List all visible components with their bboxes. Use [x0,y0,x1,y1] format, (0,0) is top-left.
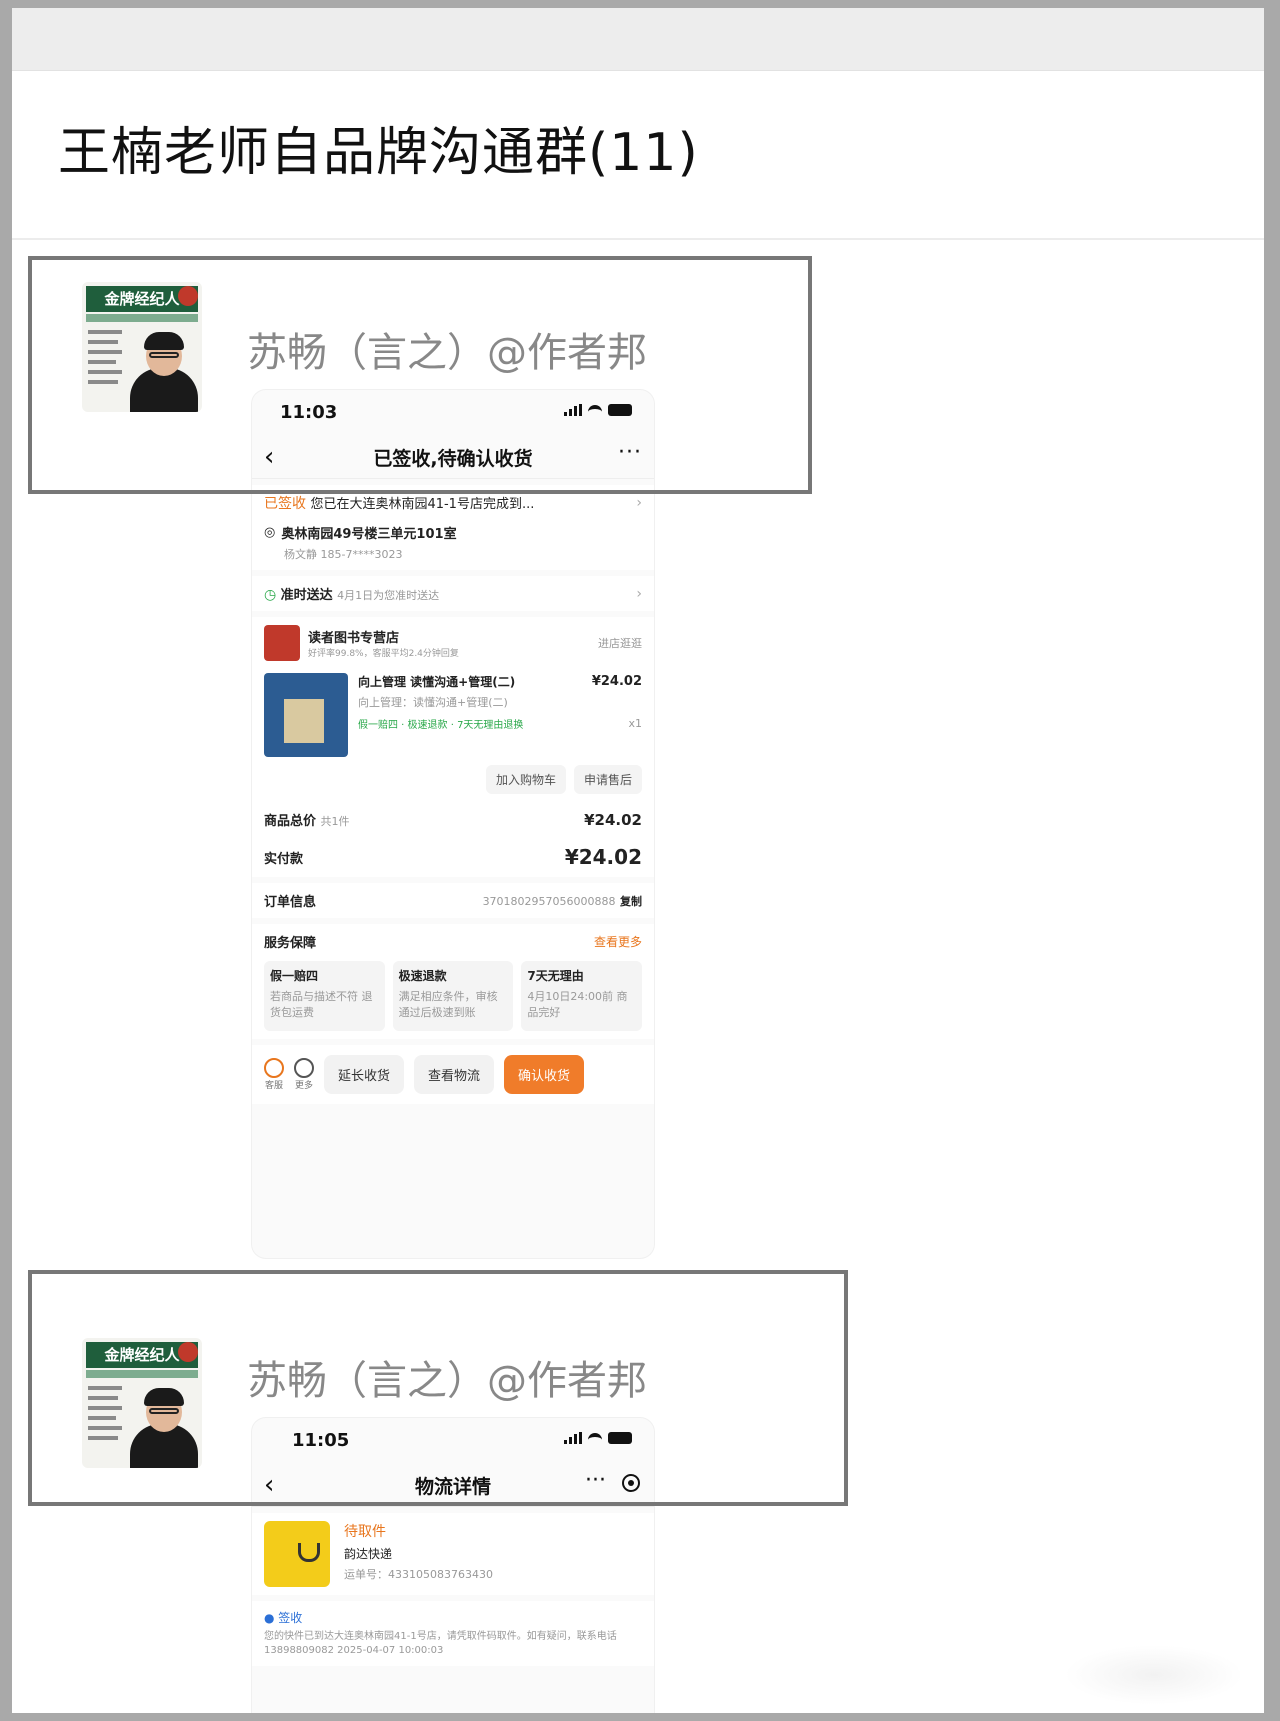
chat-window: 王楠老师自品牌沟通群(11) 金牌经纪人 苏畅（言之）@作者邦 11:03 ‹ … [12,8,1264,1713]
chevron-right-icon: › [636,585,642,602]
extend-receipt-button[interactable]: 延长收货 [324,1055,405,1094]
service-item-title: 7天无理由 [527,969,584,983]
screenshot-image[interactable]: 11:03 ‹ 已签收,待确认收货 ··· 已签收 您已在大连奥林南园41-1号… [252,390,654,1258]
service-card: 服务保障 查看更多 假一赔四若商品与描述不符 退货包运费 极速退款满足相应条件，… [252,924,654,1039]
product-price: ¥24.02 [591,674,642,689]
courier-card: 待取件 韵达快递 运单号：433105083763430 [252,1513,654,1595]
ontime-label: 准时送达 [280,588,333,603]
more-button[interactable]: 更多 [294,1058,314,1091]
order-number: 3701802957056000888 [482,894,616,908]
tracking-label-text: 签收 [278,1611,303,1625]
paid-value: ¥24.02 [564,845,642,869]
watermark [1064,1645,1244,1705]
ontime-card[interactable]: ◷ 准时送达 4月1日为您准时送达 › [252,576,654,611]
courier-status: 待取件 [344,1524,386,1540]
shop-name[interactable]: 读者图书专营店 [308,627,590,646]
order-info-label: 订单信息 [264,895,317,910]
service-item[interactable]: 假一赔四若商品与描述不符 退货包运费 [264,961,385,1031]
paid-label: 实付款 [264,851,304,867]
product-tags: 假一赔四 · 极速退款 · 7天无理由退换 [358,720,524,731]
title-divider [12,238,1264,240]
goods-total-value: ¥24.02 [584,810,642,829]
more-circle-icon [294,1058,314,1078]
service-label: 服务保障 [264,936,317,951]
shop-link[interactable]: 进店逛逛 [598,635,642,651]
chat-title: 王楠老师自品牌沟通群(11) [58,123,699,183]
tracking-label: ● 签收 [264,1611,303,1625]
delivery-contact: 杨文静 185-7****3023 [284,548,403,561]
product-subtitle: 向上管理：读懂沟通+管理(二) [358,696,508,709]
shop-sub: 好评率99.8%，客服平均2.4分钟回复 [308,649,459,659]
confirm-receipt-button[interactable]: 确认收货 [504,1055,585,1094]
service-item-text: 若商品与描述不符 退货包运费 [270,990,373,1019]
highlight-box [28,1270,848,1506]
clock-icon: ◷ [264,587,277,603]
delivery-card[interactable]: 已签收 您已在大连奥林南园41-1号店完成到... › ◎ 奥林南园49号楼三单… [252,485,654,570]
add-to-cart-button[interactable]: 加入购物车 [485,765,566,794]
goods-total-label: 商品总价 [264,814,317,829]
courier-name: 韵达快递 [344,1547,393,1561]
customer-service-label: 客服 [264,1081,283,1091]
service-item[interactable]: 极速退款满足相应条件，审核通过后极速到账 [392,961,514,1031]
shop-logo [264,625,300,661]
service-item-title: 极速退款 [398,969,447,983]
bottom-action-bar: 客服 更多 延长收货 查看物流 确认收货 [252,1045,654,1104]
order-card: 读者图书专营店 好评率99.8%，客服平均2.4分钟回复 进店逛逛 向上管理 读… [252,617,654,877]
highlight-box [28,256,812,494]
location-icon: ◎ [264,525,276,540]
courier-logo [264,1521,330,1587]
chevron-right-icon: › [636,495,642,511]
courier-tracking: 运单号：433105083763430 [344,1568,493,1581]
copy-button[interactable]: 复制 [620,895,642,908]
product-qty: x1 [628,717,642,730]
after-sales-button[interactable]: 申请售后 [573,765,642,794]
service-more-link[interactable]: 查看更多 [594,933,642,950]
window-top-bar [12,8,1264,71]
delivery-status-text: 您已在大连奥林南园41-1号店完成到... [310,497,535,512]
service-item-text: 4月10日24:00前 商品完好 [527,990,628,1019]
customer-service-button[interactable]: 客服 [264,1058,284,1091]
goods-count: 共1件 [320,815,350,828]
delivery-status-label: 已签收 [264,496,306,512]
service-item[interactable]: 7天无理由 4月10日24:00前 商品完好 [521,961,643,1031]
chat-icon [264,1058,284,1078]
delivery-address: 奥林南园49号楼三单元101室 [281,527,457,542]
product-title[interactable]: 向上管理 读懂沟通+管理(二) [358,673,515,690]
tracking-card: ● 签收 您的快件已到达大连奥林南园41-1号店，请凭取件码取件。如有疑问，联系… [252,1601,654,1666]
more-label: 更多 [294,1081,313,1091]
product-image[interactable] [264,673,348,757]
view-logistics-button[interactable]: 查看物流 [414,1055,495,1094]
ontime-text: 4月1日为您准时送达 [337,589,440,602]
service-item-text: 满足相应条件，审核通过后极速到账 [398,990,498,1019]
service-item-title: 假一赔四 [270,969,319,983]
tracking-text: 您的快件已到达大连奥林南园41-1号店，请凭取件码取件。如有疑问，联系电话138… [264,1631,617,1656]
order-info-card[interactable]: 订单信息 3701802957056000888 复制 [252,883,654,918]
